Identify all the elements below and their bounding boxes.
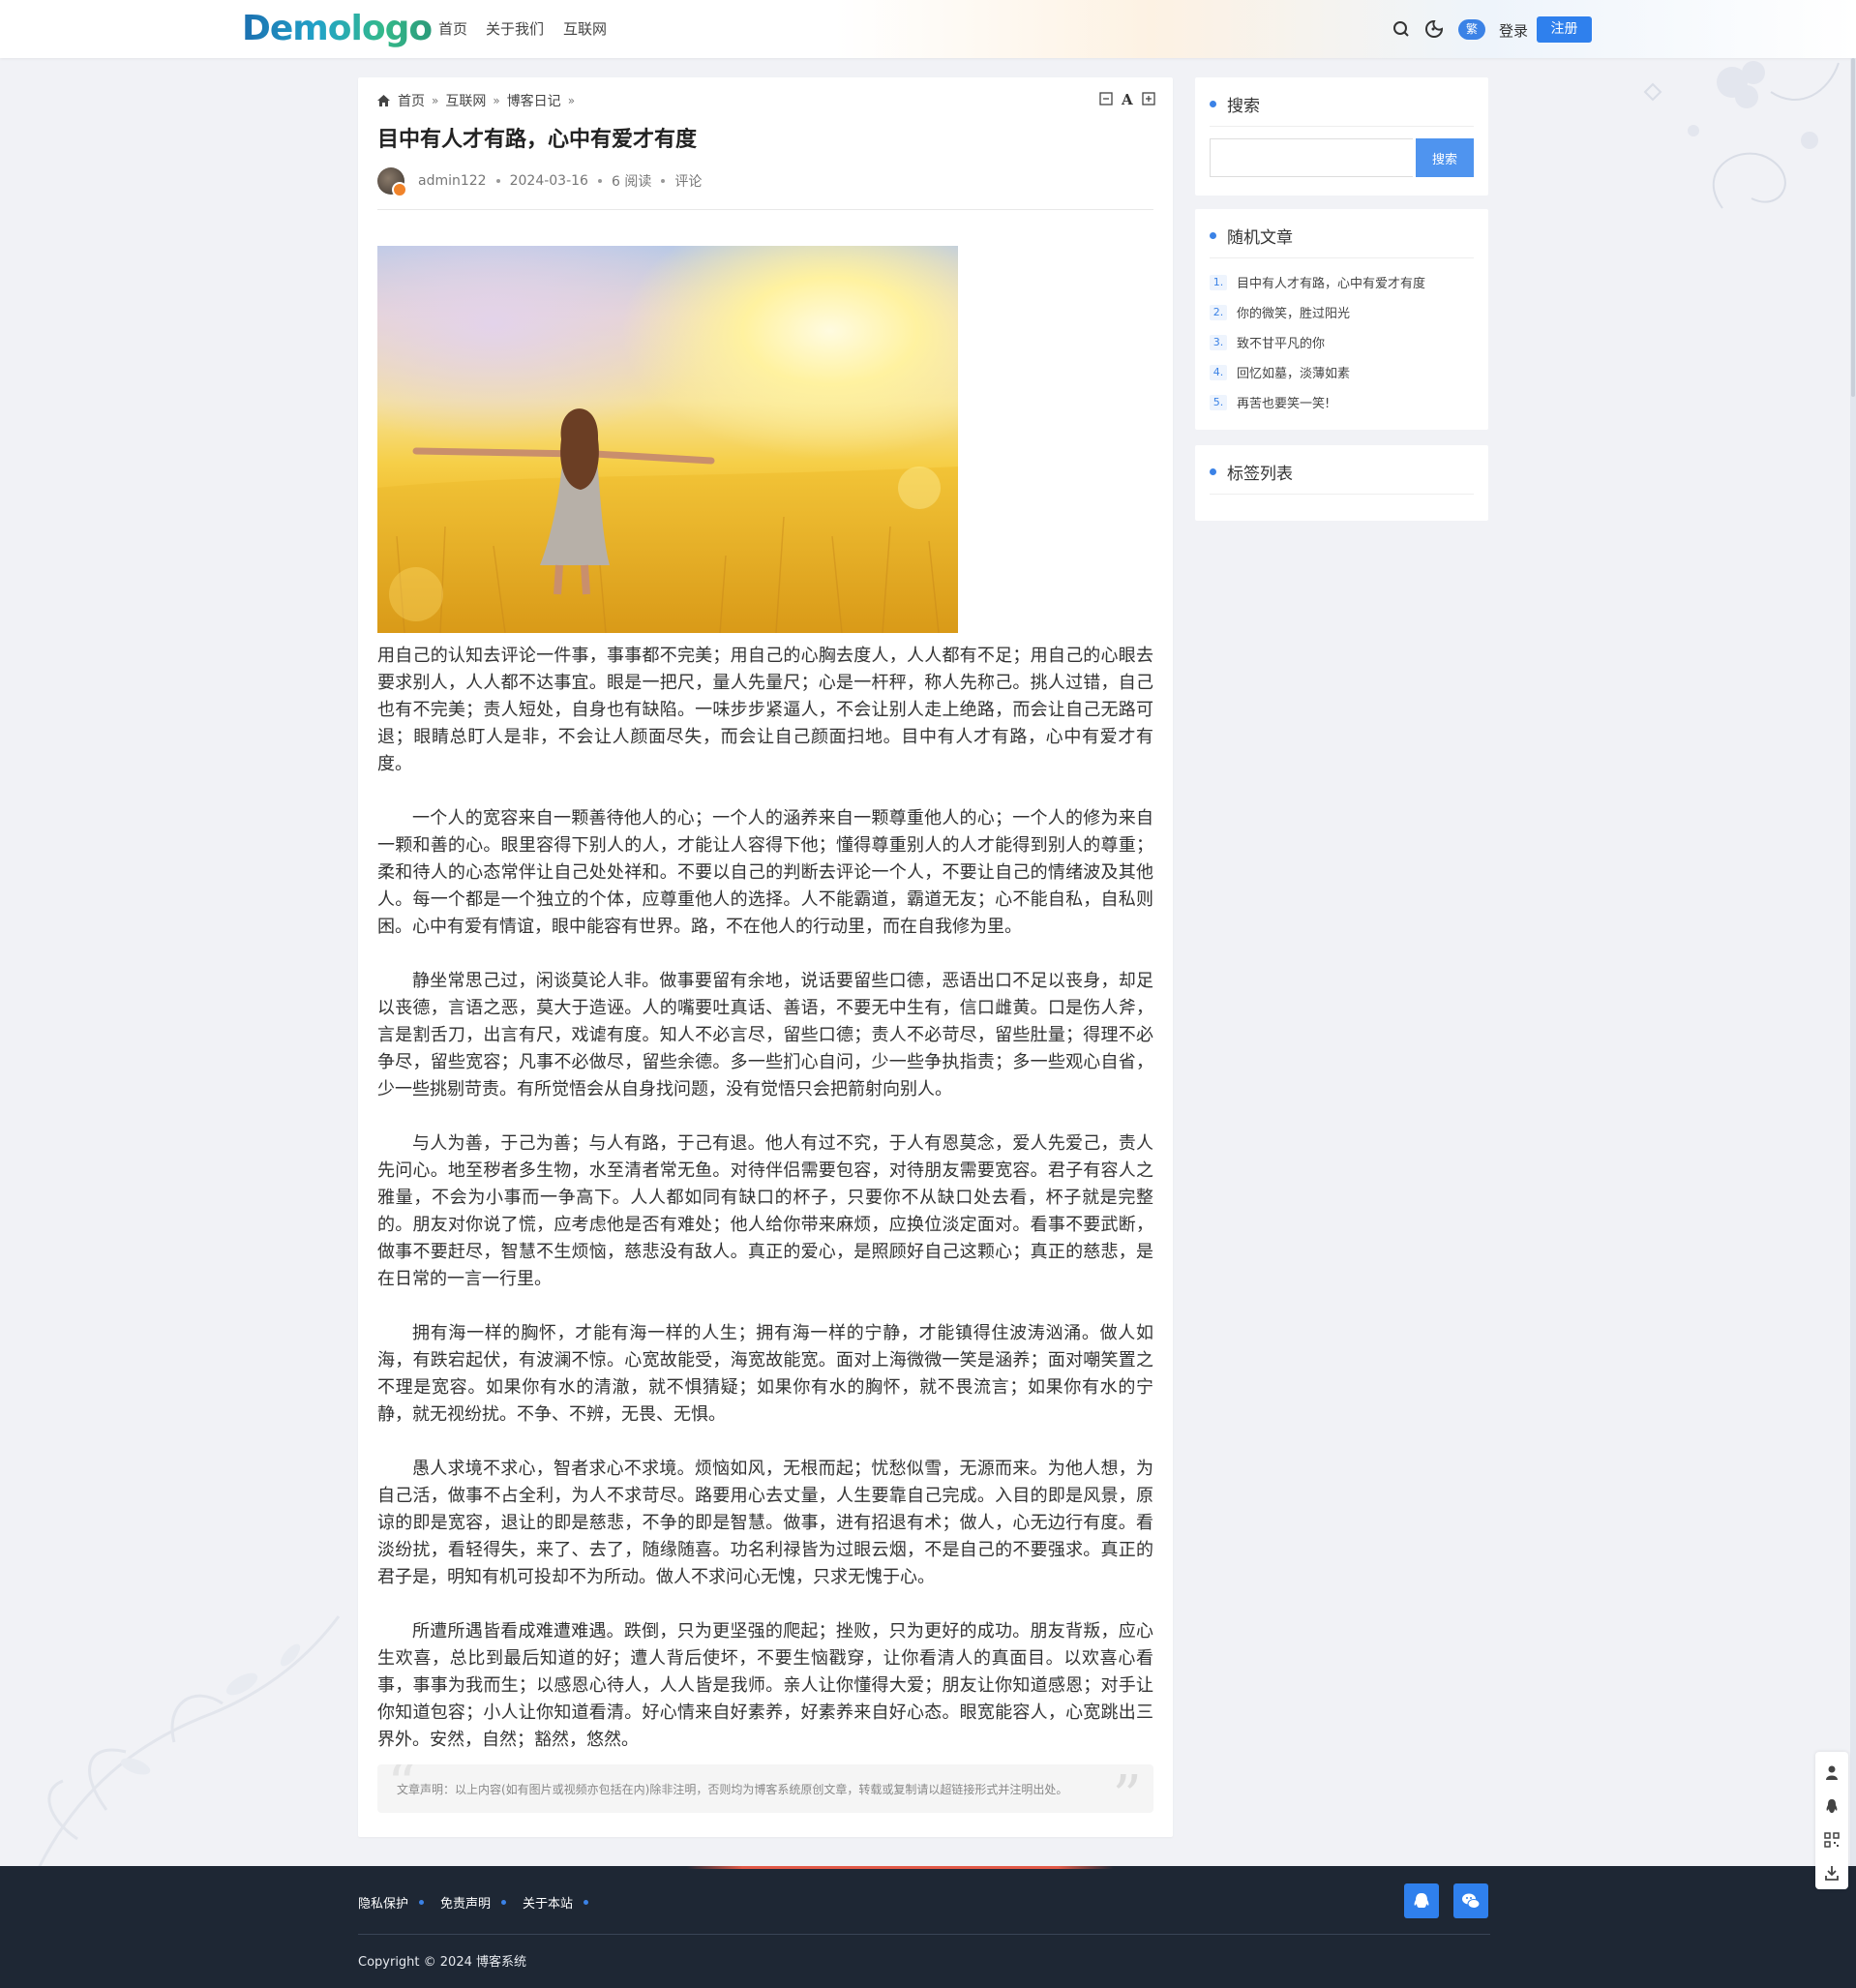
article-paragraph: 拥有海一样的胸怀，才能有海一样的人生；拥有海一样的宁静，才能镇得住波涛汹涌。做人… — [377, 1323, 1153, 1425]
top-header: Demologo 首页 关于我们 互联网 繁 登录 注册 — [0, 0, 1856, 58]
item-number: 2. — [1210, 304, 1227, 320]
site-footer: 隐私保护 免责声明 关于本站 Copyright © 2024 博客系统 — [0, 1866, 1856, 1988]
meta-separator — [495, 179, 500, 183]
breadcrumb-home[interactable]: 首页 — [398, 91, 425, 110]
download-icon[interactable] — [1823, 1864, 1841, 1882]
item-number: 1. — [1210, 274, 1227, 290]
nav-internet[interactable]: 互联网 — [563, 18, 607, 39]
widget-title: 搜索 — [1227, 97, 1260, 116]
widget-header: 随机文章 — [1210, 224, 1474, 258]
random-article-item[interactable]: 2. 你的微笑，胜过阳光 — [1210, 303, 1350, 321]
widget-header: 标签列表 — [1210, 460, 1474, 495]
view-count: 6 阅读 — [611, 174, 652, 190]
qq-icon[interactable] — [1404, 1883, 1439, 1918]
item-number: 5. — [1210, 394, 1227, 410]
background-flourish-bottom-left — [37, 1615, 341, 1868]
meta-separator — [661, 179, 666, 183]
article-paragraph: 与人为善，于己为善；与人有路，于己有退。他人有过不究，于人有恩莫念，爱人先爱己，… — [377, 1133, 1153, 1289]
item-title: 你的微笑，胜过阳光 — [1237, 307, 1351, 321]
item-title: 致不甘平凡的你 — [1237, 337, 1326, 351]
breadcrumb-blog-diary[interactable]: 博客日记 — [507, 91, 561, 110]
nav-home[interactable]: 首页 — [438, 18, 467, 39]
widget-dot — [1210, 232, 1216, 239]
random-article-item[interactable]: 3. 致不甘平凡的你 — [1210, 333, 1325, 351]
footer-link-dot — [419, 1900, 424, 1905]
search-button[interactable]: 搜索 — [1416, 138, 1474, 177]
statement-text: 文章声明：以上内容(如有图片或视频亦包括在内)除非注明，否则均为博客系统原创文章… — [397, 1783, 1068, 1796]
svg-text:A: A — [1121, 91, 1133, 106]
article-paragraph: 静坐常思己过，闲谈莫论人非。做事要留有余地，说话要留些口德，恶语出口不足以丧身，… — [377, 971, 1153, 1099]
tag-list-widget: 标签列表 — [1195, 445, 1488, 521]
footer-accent-line — [0, 1866, 1856, 1869]
article-paragraph: 用自己的认知去评论一件事，事事都不完美；用自己的心胸去度人，人人都有不足；用自己… — [377, 646, 1153, 774]
item-title: 再苦也要笑一笑! — [1237, 397, 1331, 411]
item-number: 4. — [1210, 364, 1227, 380]
search-icon[interactable] — [1392, 19, 1411, 39]
font-size-icon[interactable]: A — [1121, 91, 1134, 106]
article-hero-image — [377, 246, 958, 633]
breadcrumb: 首页 » 互联网 » 博客日记 » — [377, 91, 582, 110]
random-article-item[interactable]: 4. 回忆如墓，淡薄如素 — [1210, 363, 1350, 381]
footer-divider — [358, 1934, 1490, 1935]
article-title: 目中有人才有路，心中有爱才有度 — [377, 128, 698, 152]
article-paragraph: 愚人求境不求心，智者求心不求境。烦恼如风，无根而起；忧愁似雪，无源而来。为他人想… — [377, 1459, 1153, 1587]
article-body: 用自己的认知去评论一件事，事事都不完美；用自己的心胸去度人，人人都有不足；用自己… — [377, 643, 1153, 1781]
item-title: 目中有人才有路，心中有爱才有度 — [1237, 277, 1426, 291]
item-number: 3. — [1210, 334, 1227, 350]
random-articles-widget: 随机文章 1. 目中有人才有路，心中有爱才有度 2. 你的微笑，胜过阳光 3. … — [1195, 209, 1488, 430]
site-logo[interactable]: Demologo — [242, 9, 433, 49]
wechat-icon[interactable] — [1453, 1883, 1488, 1918]
theme-toggle-icon[interactable] — [1424, 19, 1444, 39]
avatar[interactable] — [377, 167, 407, 197]
article-paragraph: 所遭所遇皆看成难遭难遇。跌倒，只为更坚强的爬起；挫败，只为更好的成功。朋友背叛，… — [377, 1621, 1153, 1750]
breadcrumb-internet[interactable]: 互联网 — [445, 91, 486, 110]
meta-separator — [597, 179, 602, 183]
login-link[interactable]: 登录 — [1499, 20, 1528, 41]
random-article-item[interactable]: 5. 再苦也要笑一笑! — [1210, 393, 1330, 411]
close-quote-icon: ” — [1112, 1764, 1142, 1813]
font-larger-icon[interactable] — [1142, 92, 1155, 105]
footer-link-dot — [584, 1900, 588, 1905]
widget-dot — [1210, 468, 1216, 475]
breadcrumb-separator: » — [567, 94, 576, 107]
font-smaller-icon[interactable] — [1099, 92, 1113, 105]
publish-date: 2024-03-16 — [509, 173, 588, 189]
widget-header: 搜索 — [1210, 92, 1474, 127]
home-icon — [377, 95, 390, 106]
footer-link-dot — [501, 1900, 506, 1905]
comments-link[interactable]: 评论 — [674, 171, 702, 191]
item-title: 回忆如墓，淡薄如素 — [1237, 367, 1351, 381]
meta-divider — [377, 209, 1153, 210]
copyright-text: Copyright © 2024 博客系统 — [358, 1955, 527, 1970]
register-button[interactable]: 注册 — [1537, 16, 1592, 43]
widget-title: 随机文章 — [1227, 228, 1293, 248]
article-paragraph: 一个人的宽容来自一颗善待他人的心；一个人的涵养来自一颗尊重他人的心；一个人的修为… — [377, 808, 1153, 937]
random-article-item[interactable]: 1. 目中有人才有路，心中有爱才有度 — [1210, 273, 1425, 291]
widget-dot — [1210, 101, 1216, 107]
font-tools: A — [1099, 91, 1155, 106]
traditional-chinese-toggle[interactable]: 繁 — [1458, 19, 1485, 40]
breadcrumb-separator: » — [493, 94, 500, 107]
scrollbar-thumb[interactable] — [1851, 58, 1855, 397]
woman-in-wheat-field-illustration — [377, 408, 958, 633]
footer-link-privacy[interactable]: 隐私保护 — [358, 1893, 408, 1912]
breadcrumb-separator: » — [432, 94, 439, 107]
verified-badge-icon — [392, 182, 407, 197]
footer-link-disclaimer[interactable]: 免责声明 — [440, 1893, 491, 1912]
background-flourish-top-right — [1643, 61, 1840, 209]
nav-about[interactable]: 关于我们 — [486, 18, 544, 39]
user-icon[interactable] — [1823, 1763, 1841, 1781]
qrcode-icon[interactable] — [1823, 1831, 1841, 1849]
search-input[interactable] — [1210, 138, 1413, 177]
author-link[interactable]: admin122 — [418, 173, 487, 189]
qq-icon[interactable] — [1823, 1797, 1841, 1815]
widget-title: 标签列表 — [1227, 465, 1293, 484]
footer-link-about[interactable]: 关于本站 — [523, 1893, 573, 1912]
article-meta: admin122 2024-03-16 6 阅读 评论 — [377, 167, 702, 197]
copyright-statement: “ 文章声明：以上内容(如有图片或视频亦包括在内)除非注明，否则均为博客系统原创… — [377, 1764, 1153, 1813]
floating-toolbar — [1815, 1752, 1848, 1889]
search-widget: 搜索 搜索 — [1195, 77, 1488, 196]
article-card: 首页 » 互联网 » 博客日记 » A 目中有人才有路，心中有爱才有度 admi… — [358, 77, 1173, 1837]
